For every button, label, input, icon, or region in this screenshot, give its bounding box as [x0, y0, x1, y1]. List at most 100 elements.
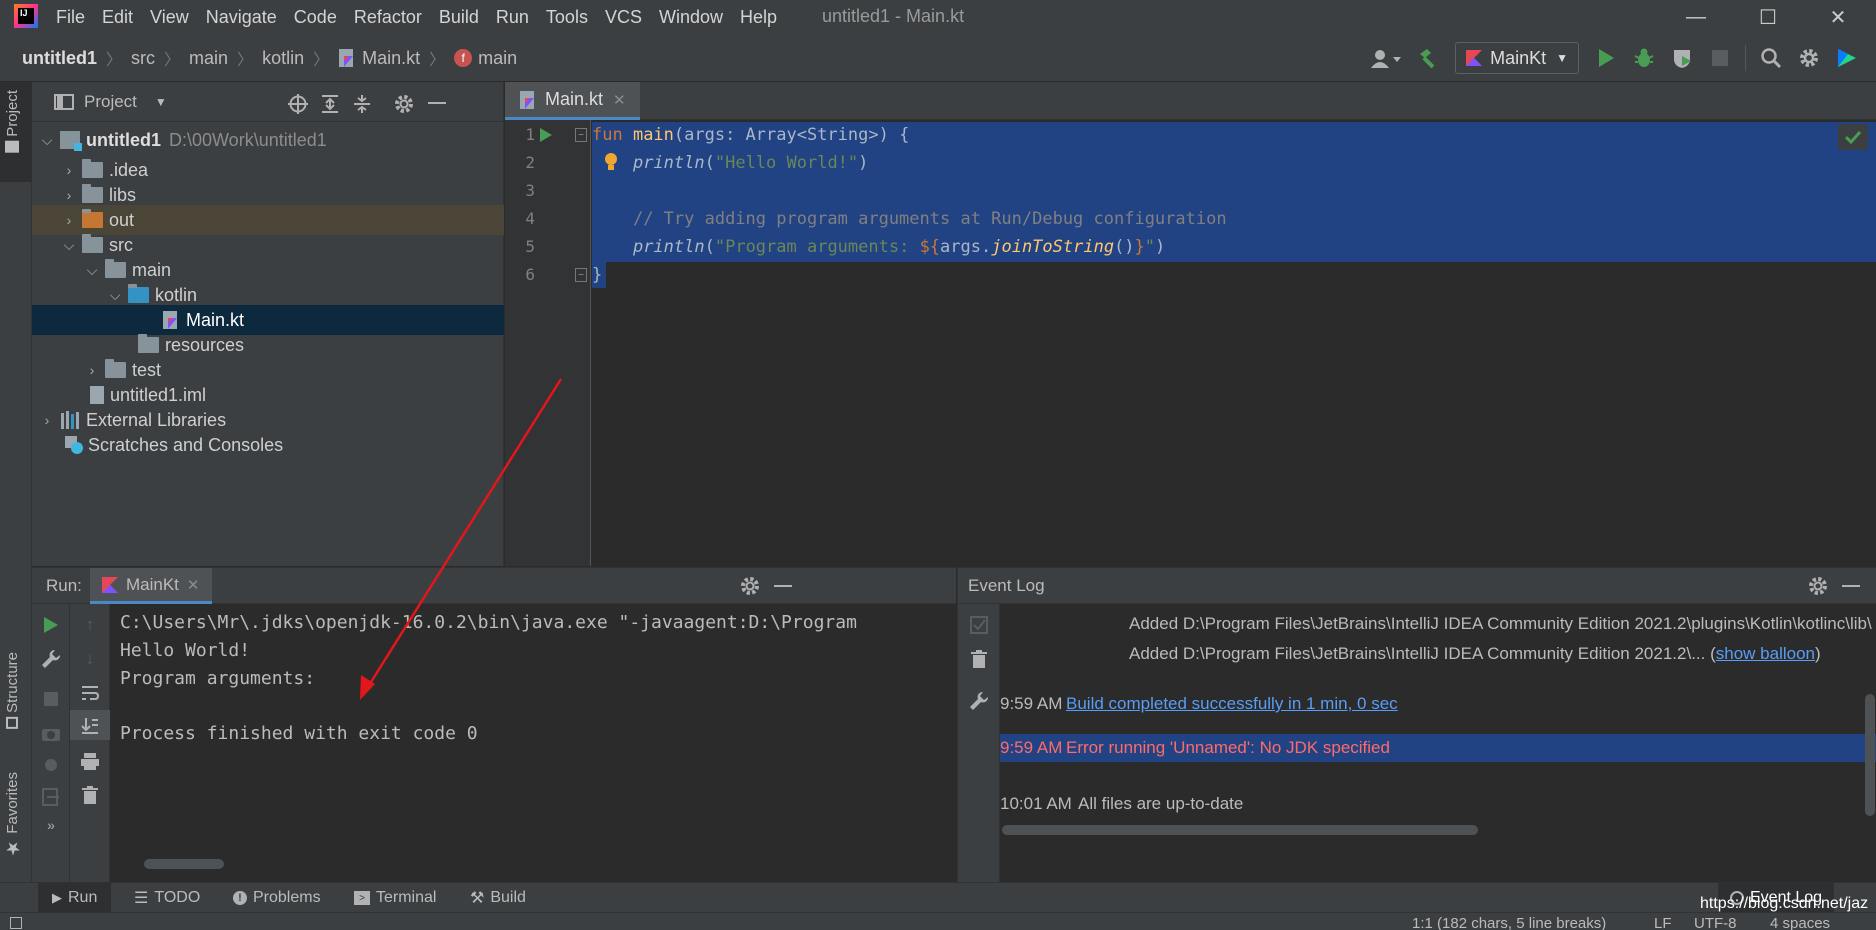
print-icon[interactable]: [70, 746, 110, 776]
kotlin-file-icon: [162, 310, 180, 330]
line-number: 1: [525, 125, 535, 144]
project-panel-title[interactable]: Project: [84, 92, 137, 112]
scroll-to-end-icon[interactable]: [70, 710, 110, 740]
stop-icon[interactable]: [32, 684, 70, 714]
event-message: All files are up-to-date: [1078, 794, 1244, 813]
line-separator[interactable]: LF: [1654, 915, 1672, 930]
indent-setting[interactable]: 4 spaces: [1770, 915, 1830, 930]
close-tab-icon[interactable]: ✕: [613, 91, 626, 109]
folder-icon: [105, 259, 126, 278]
minimize-button[interactable]: —: [1666, 0, 1726, 34]
tool-tab-run[interactable]: ▶ Run: [38, 883, 112, 913]
mark-read-icon[interactable]: [958, 610, 1000, 640]
locate-file-icon[interactable]: [288, 94, 308, 114]
jetbrains-toolbox-icon[interactable]: [1828, 41, 1866, 75]
menu-refactor[interactable]: Refactor: [354, 7, 422, 28]
build-hammer-icon[interactable]: [1409, 41, 1447, 75]
tree-root-path: D:\00Work\untitled1: [169, 129, 327, 150]
code-area[interactable]: fun main(args: Array<String>) { println(…: [592, 120, 1876, 566]
menu-view[interactable]: View: [150, 7, 189, 28]
wrench-icon[interactable]: [958, 686, 1000, 716]
rerun-icon[interactable]: [32, 610, 70, 640]
tool-tab-terminal[interactable]: > Terminal: [354, 883, 436, 913]
user-icon[interactable]: [1363, 41, 1409, 75]
coverage-icon[interactable]: [1663, 41, 1701, 75]
collapse-all-icon[interactable]: [352, 94, 372, 114]
menu-run[interactable]: Run: [496, 7, 529, 28]
event-entry-uptodate: 10:01 AM All files are up-to-date: [1000, 789, 1243, 819]
panel-toggle-icon[interactable]: [10, 917, 22, 929]
editor-tab-main-kt[interactable]: Main.kt ✕: [505, 82, 640, 120]
gear-icon[interactable]: [1808, 576, 1828, 596]
hide-panel-icon[interactable]: [1842, 585, 1860, 587]
exit-icon[interactable]: [32, 782, 70, 812]
menu-window[interactable]: Window: [659, 7, 723, 28]
breadcrumb-project[interactable]: untitled1: [22, 48, 97, 69]
close-tab-icon[interactable]: ✕: [187, 576, 200, 594]
inspection-ok-icon[interactable]: [1838, 124, 1868, 150]
expand-all-icon[interactable]: [320, 94, 340, 114]
vertical-scrollbar[interactable]: [1865, 694, 1875, 816]
arrow-down-icon[interactable]: ↓: [70, 644, 110, 674]
run-tab-mainkt[interactable]: MainKt ✕: [90, 568, 212, 604]
gear-icon[interactable]: [740, 576, 760, 596]
stop-icon[interactable]: [1701, 41, 1739, 75]
run-configuration-select[interactable]: MainKt ▼: [1455, 42, 1579, 74]
code-token: ": [1144, 237, 1156, 257]
show-balloon-link[interactable]: show balloon: [1716, 644, 1815, 663]
menu-vcs[interactable]: VCS: [605, 7, 642, 28]
menu-tools[interactable]: Tools: [546, 7, 588, 28]
tool-tab-problems[interactable]: ! Problems: [233, 883, 321, 913]
debug-icon[interactable]: [1625, 41, 1663, 75]
code-token: (args: Array<String>) {: [673, 125, 910, 145]
caret-position[interactable]: 1:1 (182 chars, 5 line breaks): [1412, 915, 1606, 930]
hide-panel-icon[interactable]: [774, 585, 792, 587]
maximize-button[interactable]: ☐: [1738, 0, 1798, 34]
build-completed-link[interactable]: Build completed successfully in 1 min, 0…: [1066, 694, 1398, 713]
menu-navigate[interactable]: Navigate: [206, 7, 277, 28]
tree-item-label: main: [132, 259, 172, 280]
more-icon[interactable]: »: [32, 810, 70, 840]
close-window-button[interactable]: ✕: [1808, 0, 1868, 34]
breadcrumb-main[interactable]: main: [189, 48, 228, 69]
wrench-icon[interactable]: [32, 644, 70, 674]
menu-build[interactable]: Build: [439, 7, 479, 28]
menu-edit[interactable]: Edit: [102, 7, 133, 28]
favorites-tool-tab[interactable]: ★ Favorites: [3, 772, 23, 859]
horizontal-scrollbar[interactable]: [1002, 825, 1478, 835]
tree-item-label: resources: [165, 334, 245, 355]
hide-panel-icon[interactable]: [428, 102, 446, 104]
project-tool-tab[interactable]: Project: [4, 90, 21, 153]
tree-item-scratches[interactable]: Scratches and Consoles: [32, 430, 504, 460]
structure-tool-tab[interactable]: Structure: [4, 652, 21, 729]
trash-icon[interactable]: [70, 780, 110, 810]
menu-code[interactable]: Code: [294, 7, 337, 28]
chevron-down-icon[interactable]: ▼: [155, 95, 167, 109]
run-gutter-icon[interactable]: [539, 127, 553, 143]
code-token: ): [1155, 237, 1166, 257]
breadcrumb-kotlin[interactable]: kotlin: [262, 48, 304, 69]
arrow-up-icon[interactable]: ↑: [70, 610, 110, 640]
fold-icon[interactable]: −: [575, 128, 587, 142]
event-entry-error[interactable]: 9:59 AM Error running 'Unnamed': No JDK s…: [1000, 734, 1876, 762]
tool-tab-build[interactable]: ⚒ Build: [470, 883, 526, 913]
settings-gear-icon[interactable]: [1790, 41, 1828, 75]
horizontal-scrollbar[interactable]: [144, 859, 224, 869]
gear-icon[interactable]: [394, 94, 414, 114]
tree-item-root[interactable]: ⌵ untitled1 D:\00Work\untitled1: [32, 125, 504, 155]
camera-icon[interactable]: [32, 718, 70, 748]
search-icon[interactable]: [1752, 41, 1790, 75]
menu-file[interactable]: File: [56, 7, 85, 28]
menu-help[interactable]: Help: [740, 7, 777, 28]
run-icon[interactable]: [1587, 41, 1625, 75]
soft-wrap-icon[interactable]: [70, 678, 110, 708]
breadcrumb-file[interactable]: Main.kt: [362, 48, 420, 69]
fold-end-icon[interactable]: −: [575, 268, 587, 282]
breadcrumb-src[interactable]: src: [131, 48, 155, 69]
debug-settings-icon[interactable]: [32, 750, 70, 780]
breadcrumb-function[interactable]: main: [478, 48, 517, 69]
file-encoding[interactable]: UTF-8: [1694, 915, 1737, 930]
trash-icon[interactable]: [958, 644, 1000, 674]
module-folder-icon: [60, 131, 82, 151]
tool-tab-todo[interactable]: ☰ TODO: [134, 883, 200, 913]
